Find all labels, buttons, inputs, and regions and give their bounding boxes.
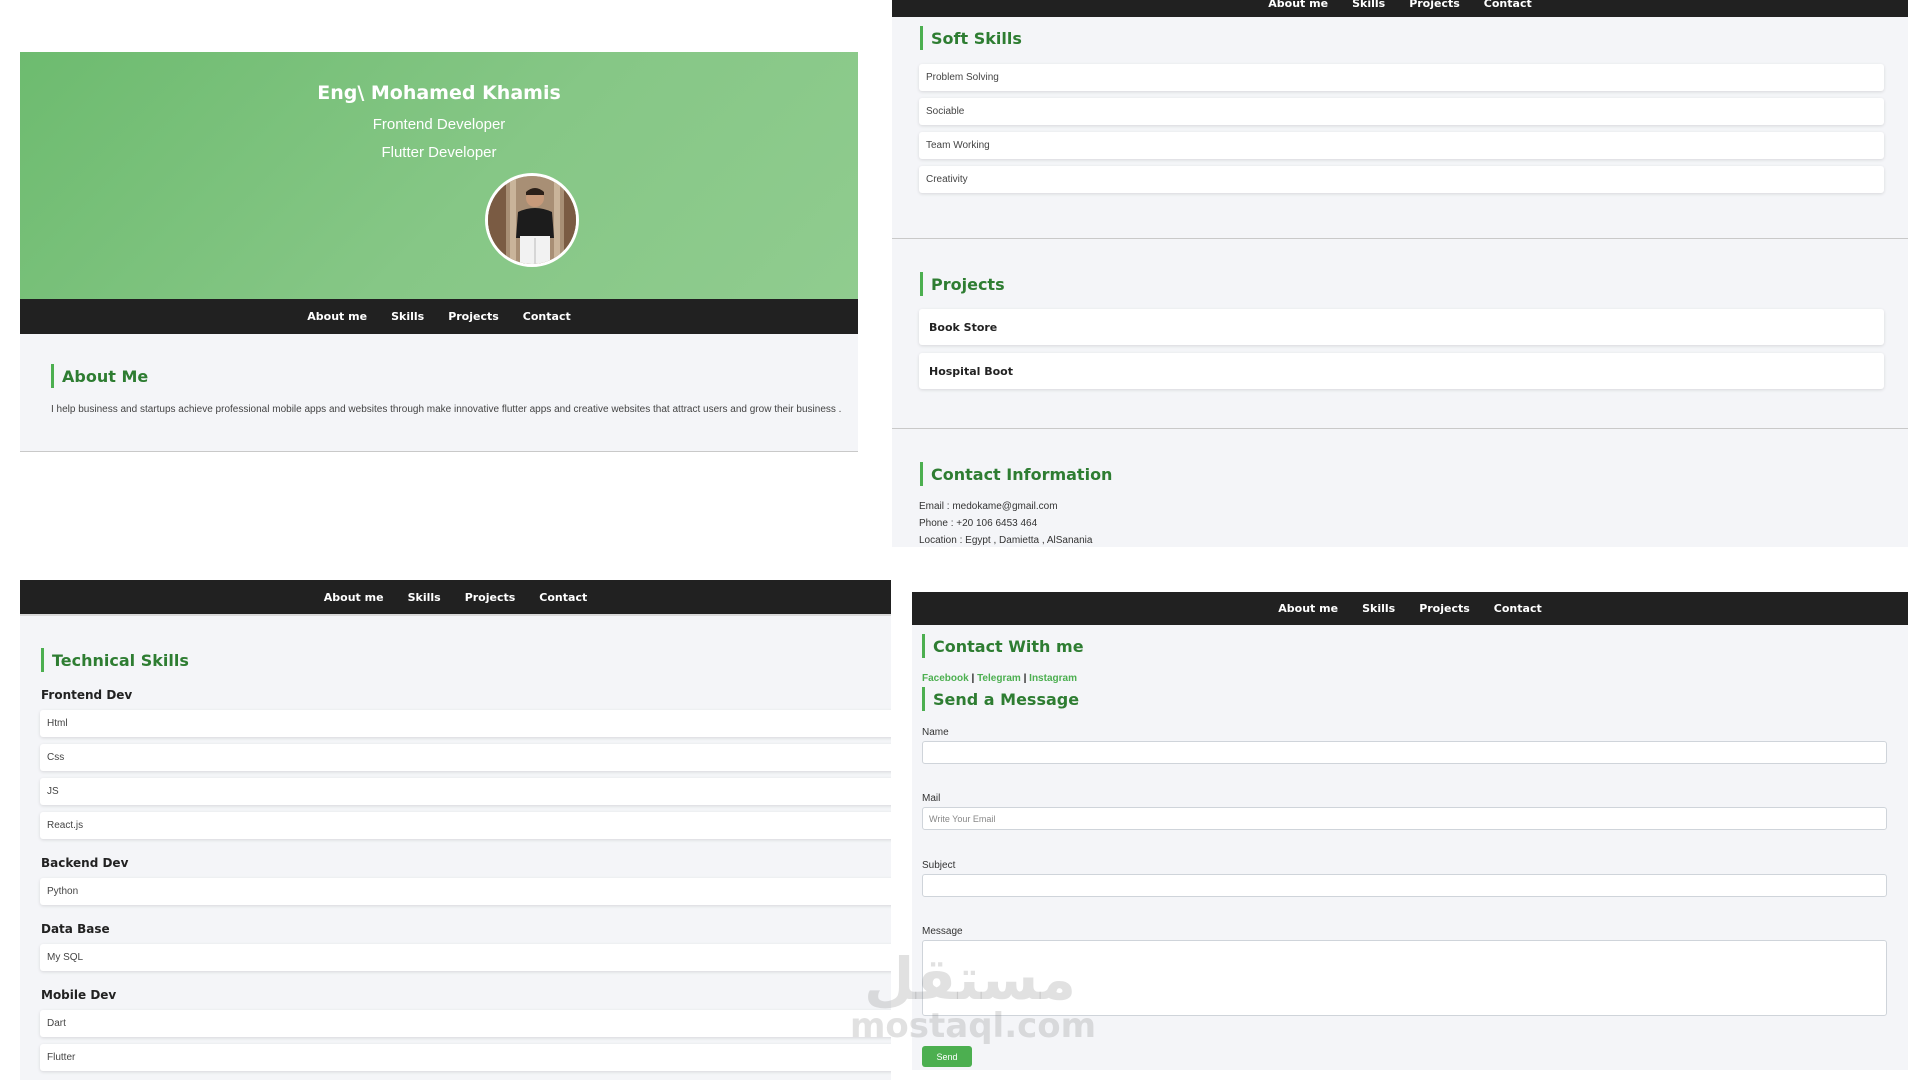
nav-shadow-line <box>20 614 891 616</box>
nav-projects-link[interactable]: Projects <box>1409 0 1460 10</box>
soft-skill-item: Problem Solving <box>919 64 1884 91</box>
contact-with-me-title: Contact With me <box>922 634 1084 658</box>
title-accent-bar <box>920 26 923 50</box>
avatar-portrait-icon <box>488 176 576 264</box>
soft-skill-item: Creativity <box>919 166 1884 193</box>
tech-navbar: About me Skills Projects Contact <box>20 580 891 614</box>
project-item-hospital-boot[interactable]: Hospital Boot <box>919 353 1884 389</box>
subject-label: Subject <box>922 860 956 871</box>
hero-about-panel: Eng\ Mohamed Khamis Frontend Developer F… <box>20 52 858 452</box>
nav-projects-link[interactable]: Projects <box>465 591 516 604</box>
title-accent-bar <box>922 687 925 711</box>
hero-banner: Eng\ Mohamed Khamis Frontend Developer F… <box>20 52 858 299</box>
mobile-dev-heading: Mobile Dev <box>41 988 117 1002</box>
database-heading: Data Base <box>41 922 110 936</box>
nav-skills-link[interactable]: Skills <box>391 310 424 323</box>
contact-form-panel: About me Skills Projects Contact Contact… <box>912 592 1908 1070</box>
title-accent-bar <box>51 364 54 388</box>
facebook-link[interactable]: Facebook <box>922 673 969 684</box>
skill-item: Css <box>40 744 891 771</box>
nav-about-link[interactable]: About me <box>1278 602 1338 615</box>
skill-item: JS <box>40 778 891 805</box>
message-textarea[interactable] <box>922 940 1887 1016</box>
hero-name: Eng\ Mohamed Khamis <box>317 82 561 104</box>
nav-about-link[interactable]: About me <box>1268 0 1328 10</box>
contact-location: Location : Egypt , Damietta , AlSanania <box>919 535 1093 546</box>
nav-contact-link[interactable]: Contact <box>539 591 587 604</box>
skill-item: Flutter <box>40 1044 891 1071</box>
about-title: About Me <box>51 364 148 388</box>
soft-skills-title: Soft Skills <box>920 26 1022 50</box>
nav-contact-link[interactable]: Contact <box>523 310 571 323</box>
nav-projects-link[interactable]: Projects <box>448 310 499 323</box>
title-accent-bar <box>41 648 44 672</box>
skill-item: Html <box>40 710 891 737</box>
skill-item: Python <box>40 878 891 905</box>
contact-navbar: About me Skills Projects Contact <box>912 592 1908 625</box>
title-accent-bar <box>922 634 925 658</box>
nav-projects-link[interactable]: Projects <box>1419 602 1470 615</box>
mail-input[interactable] <box>922 807 1887 830</box>
mail-label: Mail <box>922 793 941 804</box>
instagram-link[interactable]: Instagram <box>1029 673 1077 684</box>
nav-about-link[interactable]: About me <box>324 591 384 604</box>
skill-item: My SQL <box>40 944 891 971</box>
social-separator: | <box>1023 673 1027 684</box>
contact-info-title: Contact Information <box>920 462 1112 486</box>
send-message-title: Send a Message <box>922 687 1079 711</box>
message-label: Message <box>922 926 963 937</box>
contact-email: Email : medokame@gmail.com <box>919 501 1058 512</box>
telegram-link[interactable]: Telegram <box>977 673 1021 684</box>
nav-about-link[interactable]: About me <box>307 310 367 323</box>
name-label: Name <box>922 727 949 738</box>
subject-input[interactable] <box>922 874 1887 897</box>
project-item-book-store[interactable]: Book Store <box>919 309 1884 345</box>
hero-role-frontend: Frontend Developer <box>372 116 506 133</box>
soft-skill-item: Team Working <box>919 132 1884 159</box>
skill-item: React.js <box>40 812 891 839</box>
frontend-dev-heading: Frontend Dev <box>41 688 133 702</box>
nav-contact-link[interactable]: Contact <box>1484 0 1532 10</box>
nav-skills-link[interactable]: Skills <box>408 591 441 604</box>
technical-skills-title: Technical Skills <box>41 648 189 672</box>
hero-navbar: About me Skills Projects Contact <box>20 299 858 334</box>
skill-item: Dart <box>40 1010 891 1037</box>
name-input[interactable] <box>922 741 1887 764</box>
social-links: Facebook | Telegram | Instagram <box>922 673 1077 684</box>
projects-title: Projects <box>920 272 1005 296</box>
technical-skills-panel: About me Skills Projects Contact Technic… <box>20 580 891 1080</box>
title-accent-bar <box>920 462 923 486</box>
social-separator: | <box>971 673 975 684</box>
about-section: About Me I help business and startups ac… <box>20 334 858 452</box>
send-button[interactable]: Send <box>922 1046 972 1067</box>
projects-divider <box>892 428 1908 429</box>
hero-role-flutter: Flutter Developer <box>381 144 497 161</box>
contact-phone: Phone : +20 106 6453 464 <box>919 518 1038 529</box>
title-accent-bar <box>920 272 923 296</box>
backend-dev-heading: Backend Dev <box>41 856 129 870</box>
avatar <box>485 173 579 267</box>
soft-skills-divider <box>892 238 1908 239</box>
nav-skills-link[interactable]: Skills <box>1362 602 1395 615</box>
top-right-navbar: About me Skills Projects Contact <box>892 0 1908 17</box>
about-text: I help business and startups achieve pro… <box>51 404 842 415</box>
skills-projects-panel: About me Skills Projects Contact Soft Sk… <box>892 0 1908 547</box>
nav-skills-link[interactable]: Skills <box>1352 0 1385 10</box>
about-divider <box>20 451 858 452</box>
nav-contact-link[interactable]: Contact <box>1494 602 1542 615</box>
soft-skill-item: Sociable <box>919 98 1884 125</box>
